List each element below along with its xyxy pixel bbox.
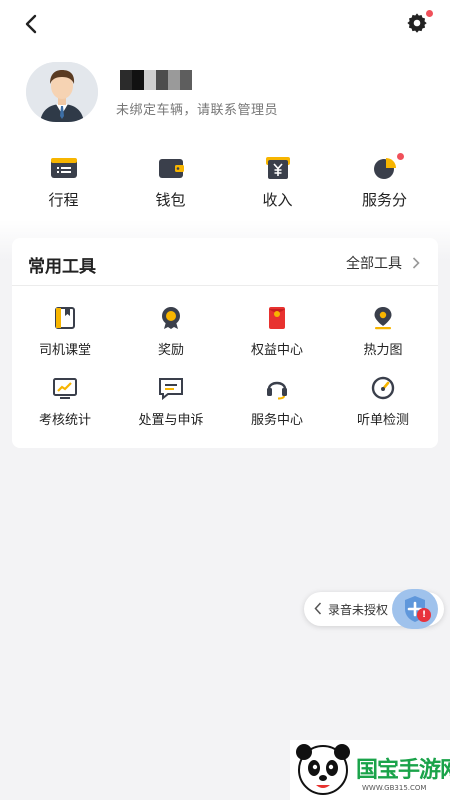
quick-action-label: 行程 (48, 191, 79, 209)
service-score-badge (397, 153, 404, 160)
map-pin-icon (374, 307, 392, 330)
site-watermark: 国宝手游网 WWW.GB315.COM (290, 740, 450, 800)
panda-logo-icon (296, 744, 350, 795)
all-tools-link[interactable]: 全部工具 (346, 253, 420, 273)
chevron-left-icon (25, 14, 37, 34)
top-bar (0, 0, 450, 48)
income-yen-icon (265, 157, 290, 179)
quick-action-income[interactable]: 收入 (224, 155, 331, 215)
tools-title: 常用工具 (28, 257, 96, 277)
book-icon (55, 307, 75, 329)
tools-header: 常用工具 全部工具 (12, 238, 438, 286)
all-tools-label: 全部工具 (346, 256, 402, 272)
avatar[interactable] (26, 62, 98, 122)
chart-icon (53, 378, 77, 399)
tool-benefits-center[interactable]: 权益中心 (224, 306, 330, 376)
tool-heat-map[interactable]: 热力图 (330, 306, 436, 376)
watermark-url: WWW.GB315.COM (362, 784, 427, 792)
tool-label: 考核统计 (38, 413, 91, 428)
gauge-icon (371, 376, 395, 400)
tool-assessment-stats[interactable]: 考核统计 (12, 376, 118, 446)
medal-icon (162, 307, 180, 329)
tool-label: 权益中心 (250, 343, 303, 358)
tools-grid: 司机课堂 奖励 权益中心 热力图 考核统计 处置与申诉 服务中心 听单检测 (12, 306, 438, 446)
tool-label: 司机课堂 (38, 343, 91, 358)
trip-list-icon (50, 158, 77, 178)
masked-driver-name (120, 70, 192, 90)
tool-driver-class[interactable]: 司机课堂 (12, 306, 118, 376)
tool-label: 服务中心 (250, 413, 303, 428)
tool-label: 奖励 (157, 343, 184, 358)
tool-order-detection[interactable]: 听单检测 (330, 376, 436, 446)
tool-rewards[interactable]: 奖励 (118, 306, 224, 376)
shield-plus-icon (405, 596, 425, 622)
wallet-icon (158, 159, 184, 178)
quick-actions: 行程 钱包 收入 服务分 (0, 153, 450, 215)
recording-shield-button[interactable] (392, 589, 438, 629)
back-button[interactable] (20, 12, 44, 36)
quick-action-wallet[interactable]: 钱包 (117, 155, 224, 215)
chevron-left-small-icon (314, 602, 322, 615)
quick-action-trip[interactable]: 行程 (10, 155, 117, 215)
common-tools-card: 常用工具 全部工具 司机课堂 奖励 权益中心 热力图 考核统计 处置与申诉 服务… (12, 238, 438, 448)
settings-button[interactable] (406, 10, 433, 36)
red-packet-icon (269, 307, 285, 329)
message-icon (159, 378, 183, 400)
settings-notification-dot (426, 10, 433, 17)
tool-label: 热力图 (363, 343, 403, 358)
tool-service-center[interactable]: 服务中心 (224, 376, 330, 446)
quick-action-label: 收入 (262, 191, 293, 209)
quick-action-label: 服务分 (361, 191, 407, 209)
profile-section: 未绑定车辆，请联系管理员 (26, 62, 426, 122)
tool-label: 听单检测 (356, 413, 409, 428)
headset-icon (267, 381, 287, 400)
gear-icon (407, 13, 427, 33)
service-score-pie-icon (373, 158, 396, 179)
vehicle-status-text: 未绑定车辆，请联系管理员 (116, 103, 279, 118)
tool-disposal-appeal[interactable]: 处置与申诉 (118, 376, 224, 446)
tool-label: 处置与申诉 (138, 413, 204, 428)
chevron-right-icon (412, 257, 420, 269)
quick-action-label: 钱包 (155, 191, 186, 209)
quick-action-service-score[interactable]: 服务分 (331, 153, 438, 215)
watermark-text: 国宝手游网 (356, 758, 450, 783)
recording-alert-badge: ! (417, 608, 431, 622)
recording-permission-label: 录音未授权 (328, 603, 389, 617)
